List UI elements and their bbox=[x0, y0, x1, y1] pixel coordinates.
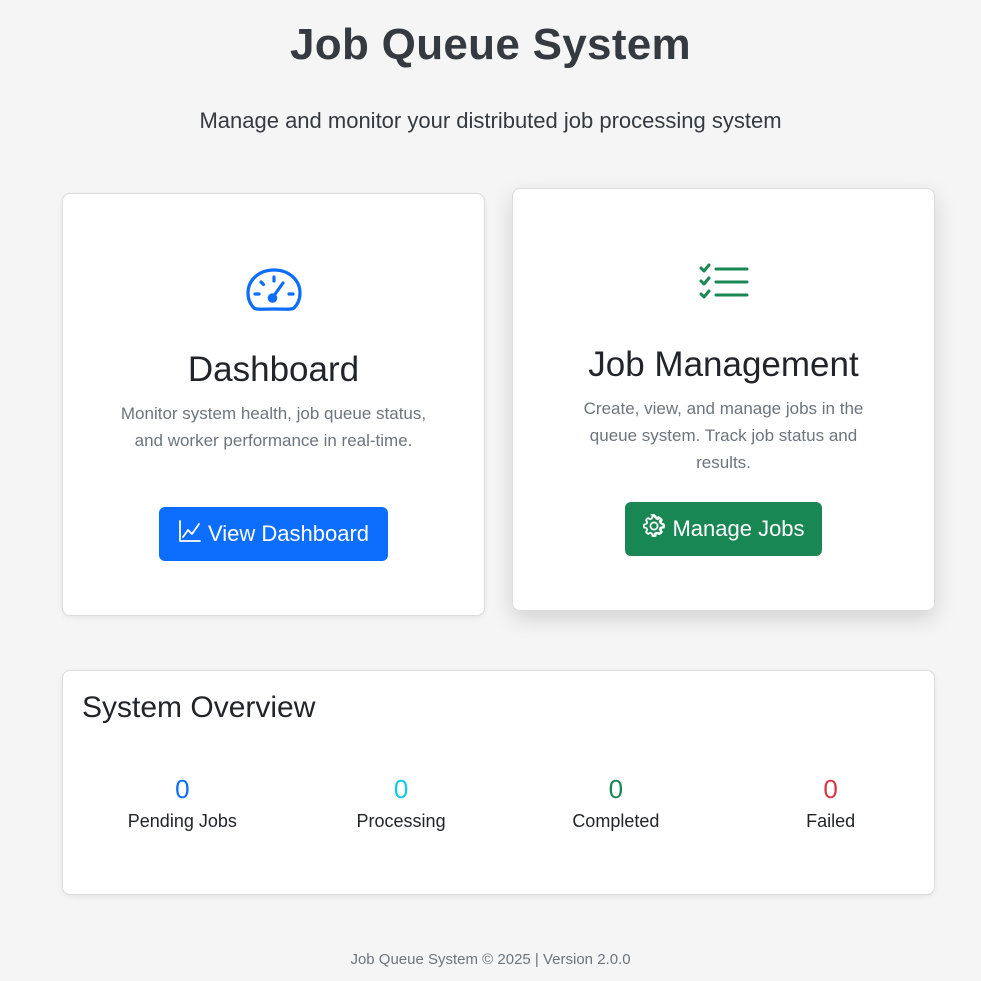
page: Job Queue System Manage and monitor your… bbox=[0, 0, 981, 981]
dashboard-card-description: Monitor system health, job queue status,… bbox=[120, 404, 427, 450]
stat-label: Pending Jobs bbox=[127, 811, 237, 831]
page-title: Job Queue System bbox=[290, 20, 691, 69]
stat-label: Completed bbox=[572, 811, 660, 831]
job-management-card-description: Create, view, and manage jobs in the que… bbox=[583, 399, 864, 472]
stats-row: 0 Pending Jobs 0 Processing 0 Completed … bbox=[63, 771, 934, 832]
stat-value: 0 bbox=[823, 774, 838, 804]
view-dashboard-label: View Dashboard bbox=[207, 521, 370, 546]
job-management-card-title: Job Management bbox=[588, 345, 859, 384]
gear-icon bbox=[642, 513, 666, 544]
stat-value: 0 bbox=[175, 774, 190, 804]
stat-value: 0 bbox=[608, 774, 624, 804]
dashboard-card: Dashboard Monitor system health, job que… bbox=[62, 193, 485, 616]
view-dashboard-button[interactable]: View Dashboard bbox=[159, 507, 388, 561]
dashboard-card-title: Dashboard bbox=[187, 350, 360, 389]
stat-label: Processing bbox=[356, 811, 446, 831]
checklist-icon bbox=[513, 263, 934, 301]
footer: Job Queue System © 2025 | Version 2.0.0 bbox=[350, 951, 631, 968]
stat-completed: 0 Completed bbox=[504, 771, 719, 832]
system-overview-card: System Overview 0 Pending Jobs 0 Process… bbox=[62, 670, 935, 895]
system-overview-title: System Overview bbox=[82, 691, 316, 724]
line-chart-icon bbox=[178, 519, 202, 549]
speedometer-icon bbox=[63, 268, 484, 312]
stat-pending-jobs: 0 Pending Jobs bbox=[75, 771, 290, 832]
page-subtitle: Manage and monitor your distributed job … bbox=[199, 108, 782, 133]
manage-jobs-button[interactable]: Manage Jobs bbox=[625, 502, 822, 556]
stat-value: 0 bbox=[393, 774, 409, 804]
job-management-card: Job Management Create, view, and manage … bbox=[512, 188, 935, 611]
stat-failed: 0 Failed bbox=[719, 771, 934, 832]
stat-label: Failed bbox=[806, 811, 856, 831]
stat-processing: 0 Processing bbox=[290, 771, 505, 832]
manage-jobs-label: Manage Jobs bbox=[672, 516, 805, 541]
